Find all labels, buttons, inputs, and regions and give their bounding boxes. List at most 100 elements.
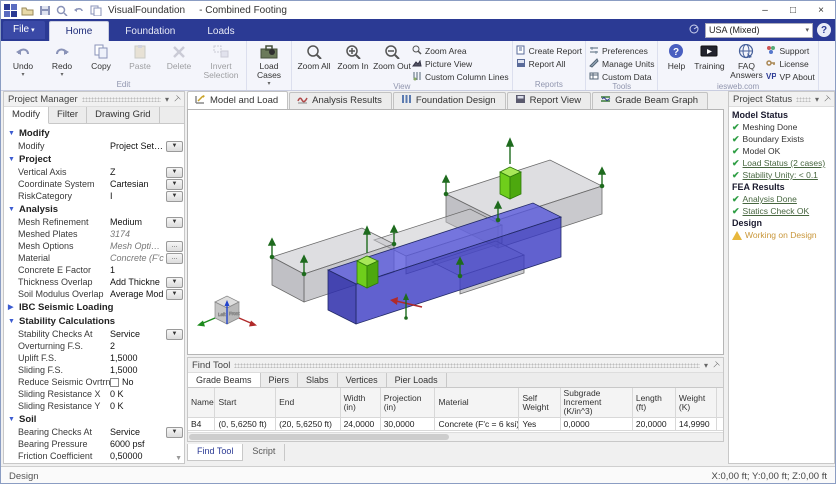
- section-soil[interactable]: ▼ Soil: [4, 412, 184, 426]
- panel-menu-icon[interactable]: ▾: [815, 95, 819, 104]
- paste-button[interactable]: Paste: [121, 42, 159, 71]
- tab-filter[interactable]: Filter: [49, 107, 88, 123]
- dropdown-button[interactable]: ▼: [166, 216, 183, 228]
- dropdown-button[interactable]: ▼: [166, 190, 183, 202]
- picture-view-button[interactable]: Picture View: [412, 58, 509, 69]
- tab-home[interactable]: Home: [48, 21, 110, 41]
- open-icon[interactable]: [21, 5, 34, 16]
- report-all-button[interactable]: Report All: [516, 58, 582, 69]
- tab-slabs[interactable]: Slabs: [298, 373, 338, 387]
- print-preview-icon[interactable]: [56, 5, 68, 16]
- tab-model-and-load[interactable]: Model and Load: [187, 91, 289, 109]
- load-cases-button[interactable]: Load Cases: [250, 42, 288, 89]
- project-manager-header: Project Manager ▾ ⊤: [4, 92, 184, 107]
- status-link-load-status[interactable]: ✔ Load Status (2 cases): [732, 157, 831, 169]
- section-stability[interactable]: ▼ Stability Calculations: [4, 314, 184, 328]
- panel-menu-icon[interactable]: ▾: [165, 95, 169, 104]
- collapse-icon: ▶: [8, 304, 14, 311]
- dropdown-button[interactable]: ▼: [166, 166, 183, 178]
- view-cube[interactable]: Left Front: [197, 295, 257, 327]
- zoom-area-button[interactable]: Zoom Area: [412, 45, 509, 56]
- checkbox[interactable]: [110, 377, 119, 387]
- close-button[interactable]: ×: [807, 1, 835, 19]
- training-button[interactable]: Training: [692, 42, 726, 71]
- drag-grip[interactable]: [796, 96, 812, 102]
- tab-loads[interactable]: Loads: [191, 22, 250, 41]
- ellipsis-button[interactable]: …: [166, 240, 183, 252]
- view-cube-front-label: Front: [229, 311, 240, 316]
- scroll-down-icon[interactable]: ▼: [175, 455, 182, 462]
- status-link-analysis-done[interactable]: ✔ Analysis Done: [732, 193, 831, 205]
- drag-grip[interactable]: [234, 362, 701, 368]
- maximize-button[interactable]: □: [779, 1, 807, 19]
- status-link-stability-unity[interactable]: ✔ Stability Unity: < 0.1: [732, 169, 831, 181]
- ribbon-help-button[interactable]: ?: [817, 23, 831, 37]
- section-analysis[interactable]: ▼ Analysis: [4, 202, 184, 216]
- tab-piers[interactable]: Piers: [261, 373, 299, 387]
- pin-icon[interactable]: ⊤: [171, 93, 182, 104]
- tab-analysis-results[interactable]: Analysis Results: [289, 92, 392, 109]
- undo-icon[interactable]: [73, 5, 85, 16]
- tab-vertices[interactable]: Vertices: [338, 373, 387, 387]
- tab-report-view[interactable]: Report View: [506, 92, 592, 109]
- tab-pier-loads[interactable]: Pier Loads: [387, 373, 447, 387]
- manage-units-button[interactable]: Manage Units: [589, 57, 654, 69]
- custom-column-lines-button[interactable]: Custom Column Lines: [412, 71, 509, 82]
- find-tool-tabs: Grade Beams Piers Slabs Vertices Pier Lo…: [188, 373, 723, 388]
- cursor-coordinates: X:0,00 ft; Y:0,00 ft; Z:0,00 ft: [711, 470, 827, 482]
- dropdown-button[interactable]: ▼: [166, 426, 183, 438]
- doc-tab-script[interactable]: Script: [243, 444, 286, 461]
- ribbon-group-loadcases: Load Cases: [247, 41, 292, 90]
- model-viewport[interactable]: Left Front: [187, 109, 724, 355]
- main-area: Model and Load Analysis Results Foundati…: [187, 91, 725, 464]
- file-menu-button[interactable]: File: [3, 21, 45, 39]
- table-row[interactable]: B4 (0, 5,6250 ft) (20, 5,6250 ft) 24,000…: [188, 418, 723, 431]
- tab-foundation-design[interactable]: Foundation Design: [392, 92, 506, 109]
- section-ibc-seismic[interactable]: ▶ IBC Seismic Loading: [4, 300, 184, 314]
- zoom-in-button[interactable]: Zoom In: [334, 42, 372, 71]
- pin-icon[interactable]: ⊤: [821, 93, 832, 104]
- unit-system-select[interactable]: USA (Mixed): [705, 22, 813, 38]
- analysis-results-icon: [297, 94, 308, 107]
- horizontal-scrollbar[interactable]: [188, 432, 723, 441]
- save-icon[interactable]: [39, 5, 51, 16]
- copy-button[interactable]: Copy: [82, 42, 120, 71]
- help-button[interactable]: ? Help: [661, 42, 691, 71]
- drag-grip[interactable]: [81, 96, 162, 102]
- panel-menu-icon[interactable]: ▾: [704, 361, 708, 370]
- undo-button[interactable]: Undo: [4, 42, 42, 80]
- custom-data-button[interactable]: Custom Data: [589, 71, 654, 82]
- create-report-button[interactable]: Create Report: [516, 45, 582, 56]
- faq-answers-button[interactable]: FAQ Answers: [727, 42, 765, 80]
- tab-foundation[interactable]: Foundation: [109, 22, 191, 41]
- delete-button[interactable]: Delete: [160, 42, 198, 71]
- status-link-statics-check[interactable]: ✔ Statics Check OK: [732, 205, 831, 217]
- section-modify[interactable]: ▼ Modify: [4, 126, 184, 140]
- dropdown-button[interactable]: ▼: [166, 140, 183, 152]
- redo-button[interactable]: Redo: [43, 42, 81, 80]
- support-button[interactable]: Support: [766, 45, 814, 56]
- tab-grade-beam-graph[interactable]: Grade Beam Graph: [592, 92, 709, 109]
- setting-row: Stability Checks At Service ▼: [4, 328, 184, 340]
- doc-tab-find-tool[interactable]: Find Tool: [187, 444, 244, 461]
- dropdown-button[interactable]: ▼: [166, 276, 183, 288]
- dropdown-button[interactable]: ▼: [166, 178, 183, 190]
- license-button[interactable]: License: [766, 58, 814, 69]
- tab-grade-beams[interactable]: Grade Beams: [188, 373, 261, 387]
- zoom-out-button[interactable]: Zoom Out: [373, 42, 411, 71]
- minimize-button[interactable]: –: [751, 1, 779, 19]
- invert-selection-button[interactable]: Invert Selection: [199, 42, 243, 80]
- collapse-icon: ▼: [8, 415, 15, 423]
- dropdown-button[interactable]: ▼: [166, 288, 183, 300]
- warning-icon: [732, 230, 742, 240]
- tab-drawing-grid[interactable]: Drawing Grid: [87, 107, 160, 123]
- pin-icon[interactable]: ⊤: [710, 359, 721, 370]
- section-project[interactable]: ▼ Project: [4, 152, 184, 166]
- zoom-all-button[interactable]: Zoom All: [295, 42, 333, 71]
- tab-modify[interactable]: Modify: [4, 107, 49, 124]
- dropdown-button[interactable]: ▼: [166, 328, 183, 340]
- copy-icon[interactable]: [90, 5, 102, 16]
- preferences-button[interactable]: Preferences: [589, 45, 654, 56]
- vp-about-button[interactable]: VP VP About: [766, 71, 814, 82]
- ellipsis-button[interactable]: …: [166, 252, 183, 264]
